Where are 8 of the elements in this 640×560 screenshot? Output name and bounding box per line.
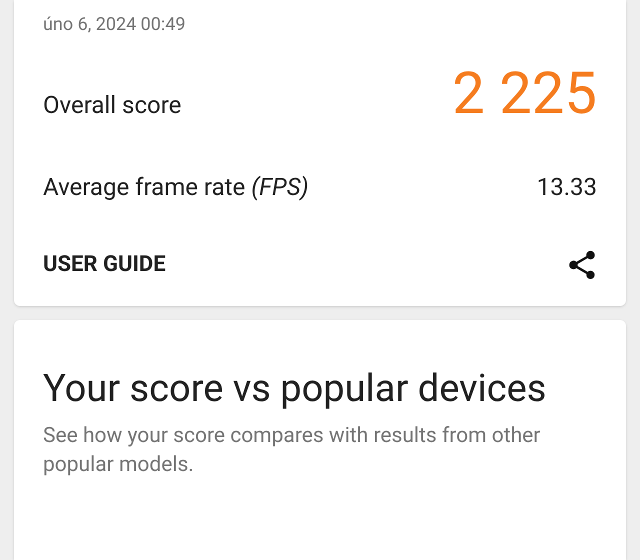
user-guide-button[interactable]: USER GUIDE bbox=[43, 248, 166, 282]
fps-value: 13.33 bbox=[536, 172, 597, 203]
row-label: Average frame rate (FPS) bbox=[43, 172, 309, 203]
compare-subtitle: See how your score compares with results from other popular models. bbox=[43, 422, 542, 479]
overall-score: 2 225 bbox=[452, 65, 597, 123]
row-label: Overall score bbox=[43, 90, 182, 121]
compare-title: Your score vs popular devices bbox=[43, 366, 548, 412]
date-text: úno 6, 2024 00:49 bbox=[43, 13, 186, 37]
